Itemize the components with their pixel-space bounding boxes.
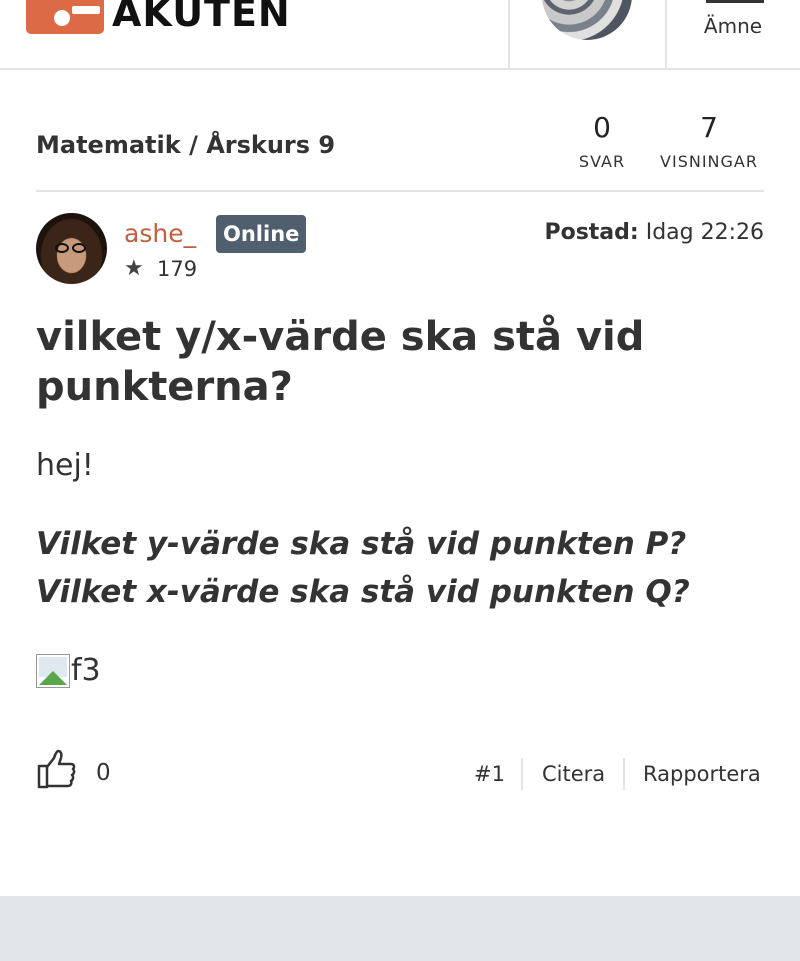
top-header: AKUTEN Ämne: [0, 0, 800, 70]
post-title: vilket y/x-värde ska stå vid punkterna?: [36, 314, 645, 410]
logo-notch: [72, 6, 100, 14]
logo-text[interactable]: AKUTEN: [112, 0, 291, 34]
header-divider: [508, 0, 510, 70]
posted-label: Postad:: [544, 220, 639, 245]
star-icon: ★: [124, 256, 144, 281]
broken-image-icon: [36, 654, 70, 688]
broken-image-hill: [39, 671, 67, 685]
author-username[interactable]: ashe_: [124, 219, 196, 248]
post-number-link[interactable]: #1: [474, 762, 505, 786]
posted-time: Idag 22:26: [645, 220, 764, 245]
user-avatar[interactable]: [542, 0, 632, 40]
views-label: VISNINGAR: [660, 152, 758, 171]
breadcrumb-separator: /: [189, 131, 198, 159]
answers-count: 0: [593, 111, 611, 144]
logo-icon[interactable]: [26, 0, 104, 34]
avatar-glasses: [72, 243, 86, 253]
breadcrumb: Matematik / Årskurs 9: [36, 131, 335, 159]
answers-stat: 0 SVAR: [562, 111, 642, 172]
subject-menu-button[interactable]: Ämne: [666, 14, 800, 38]
avatar-glasses: [55, 243, 69, 253]
action-divider: [623, 758, 625, 790]
posted-timestamp: Postad: Idag 22:26: [544, 220, 764, 245]
logo-dot: [54, 10, 70, 26]
author-avatar[interactable]: [36, 213, 107, 284]
report-button[interactable]: Rapportera: [643, 762, 761, 786]
views-count: 7: [700, 111, 718, 144]
views-stat: 7 VISNINGAR: [646, 111, 772, 172]
status-badge: Online: [216, 215, 307, 253]
bottom-section: [0, 896, 800, 961]
post-question: Vilket y-värde ska stå vid punkten P? Vi…: [36, 526, 690, 610]
post-image[interactable]: f3: [36, 648, 101, 688]
answers-label: SVAR: [578, 152, 626, 171]
author-points: 179: [157, 257, 198, 281]
divider: [36, 190, 764, 192]
thumbs-up-icon[interactable]: [36, 748, 78, 790]
menu-icon[interactable]: [706, 0, 764, 3]
action-divider: [521, 758, 523, 790]
image-alt-text: f3: [71, 653, 101, 688]
breadcrumb-subject-link[interactable]: Matematik: [36, 131, 181, 159]
breadcrumb-grade-link[interactable]: Årskurs 9: [206, 131, 335, 159]
like-count: 0: [96, 760, 111, 786]
quote-button[interactable]: Citera: [542, 762, 605, 786]
post-greeting: hej!: [36, 448, 94, 483]
